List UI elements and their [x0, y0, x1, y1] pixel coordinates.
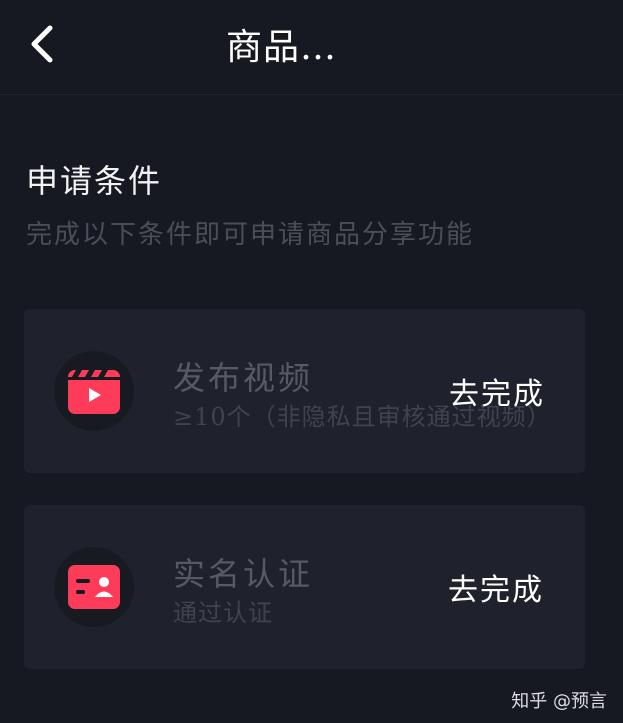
section-title: 申请条件 — [26, 162, 163, 200]
icon-badge — [54, 351, 134, 431]
video-clapper-icon — [68, 370, 120, 414]
page-title: 商品… — [226, 27, 338, 68]
condition-title: 发布视频 — [173, 359, 314, 397]
icon-badge — [54, 547, 134, 627]
condition-card-real-name: 实名认证 通过认证 去完成 — [24, 505, 585, 669]
id-card-icon — [68, 565, 120, 609]
chevron-left-icon — [31, 25, 53, 63]
go-complete-button[interactable]: 去完成 — [448, 565, 544, 609]
top-bar: 商品… — [0, 0, 623, 95]
condition-description: 通过认证 — [173, 599, 273, 627]
back-button[interactable] — [22, 22, 66, 66]
condition-title: 实名认证 — [173, 555, 314, 593]
section-subtitle: 完成以下条件即可申请商品分享功能 — [26, 220, 475, 250]
condition-card-publish-video: 发布视频 ≥10个（非隐私且审核通过视频） 去完成 — [24, 309, 585, 473]
watermark: 知乎 @预言 — [511, 691, 607, 712]
go-complete-button[interactable]: 去完成 — [449, 369, 545, 413]
